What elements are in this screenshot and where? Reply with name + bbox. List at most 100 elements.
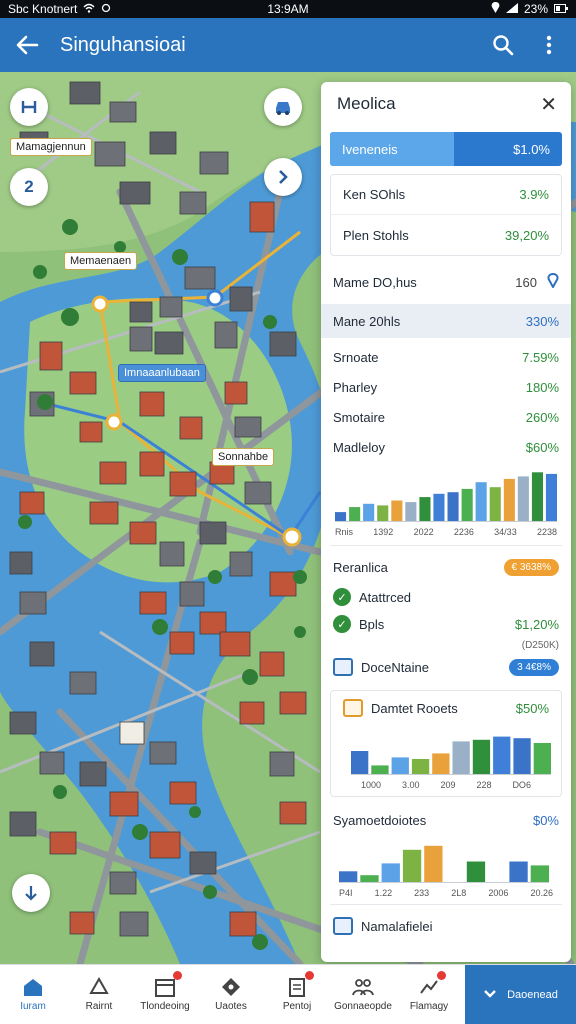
section-title: Reranlica <box>333 559 388 575</box>
row-subvalue: (D250K) <box>521 639 559 651</box>
section-chart-bars <box>339 845 549 883</box>
wifi-icon <box>83 2 95 16</box>
nav-item-people[interactable]: Gonnaeopde <box>330 965 396 1024</box>
map-label-center[interactable]: Memaenaen <box>64 252 138 270</box>
nav-label: Pentoj <box>282 1001 312 1012</box>
chart-bar <box>466 861 486 883</box>
panel-footer[interactable]: Namalafielei <box>321 909 571 943</box>
tick-label: 2236 <box>453 527 474 537</box>
nav-item-chart[interactable]: Flamagy <box>396 965 462 1024</box>
divider <box>330 904 562 905</box>
nav-label: Flamagy <box>409 1001 449 1012</box>
chart-bar <box>405 502 417 522</box>
tick-label: P4I <box>339 888 353 898</box>
section-chart <box>321 837 571 888</box>
row-label: Ken SOhls <box>343 187 406 202</box>
nav-item-calendar[interactable]: Tlondeoing <box>132 965 198 1024</box>
chart-bar <box>447 492 459 522</box>
recycle-icon <box>88 977 110 997</box>
list-item[interactable]: DoceNtaine 3 4€8% <box>321 652 571 682</box>
list-item[interactable]: Smotaire 260% <box>321 402 571 432</box>
map-label-top-left[interactable]: Mamagjennun <box>10 138 92 156</box>
divider <box>330 545 562 546</box>
list-item[interactable]: Srnoate 7.59% <box>321 342 571 372</box>
nav-item-home[interactable]: Iuram <box>0 965 66 1024</box>
car-icon <box>273 98 293 116</box>
tick-label: DO6 <box>512 780 531 790</box>
status-badge: 3 4€8% <box>509 658 559 676</box>
row-value: 39,20% <box>504 227 549 243</box>
app-bar: Singuhansioai <box>0 18 576 72</box>
close-icon[interactable]: ✕ <box>540 92 557 117</box>
chevron-right-icon <box>277 169 289 185</box>
chart-bar <box>531 472 543 522</box>
nav-item-clipboard[interactable]: Pentoj <box>264 965 330 1024</box>
row-label: Srnoate <box>333 349 379 365</box>
map-label-blue-tag[interactable]: Imnaaanlubaan <box>118 364 206 382</box>
tick-label: 228 <box>476 780 492 790</box>
summary-card: Ken SOhls 3.9% Plen Stohls 39,20% <box>330 174 562 256</box>
nav-label: Iuram <box>20 1001 46 1012</box>
nav-label: Uaotes <box>215 1001 247 1012</box>
chart-bar <box>419 497 431 522</box>
row-label: Madleloy <box>333 439 386 455</box>
tick-label: 2022 <box>413 527 434 537</box>
tick-label: 34/33 <box>494 527 517 537</box>
card-chart-ticks: 1000 3.00 209 228 DO6 <box>331 780 561 790</box>
chart-bar <box>335 512 347 522</box>
bottom-navigation: Iuram Rairnt Tlondeoing Uaotes Pentoj Go… <box>0 964 576 1024</box>
more-vert-icon[interactable] <box>532 28 566 62</box>
tick-label: 20.26 <box>530 888 553 898</box>
location-pin-icon[interactable] <box>547 272 559 291</box>
signal-icon <box>505 2 518 16</box>
clipboard-icon <box>286 977 308 997</box>
nav-label: Gonnaeopde <box>334 1001 392 1012</box>
card-chart <box>331 725 561 780</box>
chart-bar <box>475 482 487 522</box>
chart-bar <box>533 743 551 775</box>
nav-item-rairnt[interactable]: Rairnt <box>66 965 132 1024</box>
search-icon[interactable] <box>486 28 520 62</box>
chart-bar <box>411 759 430 775</box>
list-item[interactable]: Mame DO,hus 160 <box>321 260 571 304</box>
list-item[interactable]: ✓ Atattrced <box>321 584 571 610</box>
card-header: Damtet Rooets $50% <box>331 691 561 725</box>
status-badge: € 3638% <box>503 558 559 576</box>
list-item[interactable]: Pharley 180% <box>321 372 571 402</box>
next-button[interactable] <box>264 158 302 196</box>
highlight-bar[interactable]: Iveneneis $1.0% <box>330 132 562 166</box>
map-label-bottom[interactable]: Sonnahbe <box>212 448 275 466</box>
row-label: Bpls <box>359 616 385 632</box>
back-arrow-icon[interactable] <box>10 28 44 62</box>
layers-button[interactable] <box>10 88 48 126</box>
report-icon <box>343 699 363 717</box>
download-cta-button[interactable]: Daoenead <box>465 965 576 1024</box>
download-button[interactable] <box>12 874 50 912</box>
zoom-level-button[interactable]: 2 <box>10 168 48 206</box>
list-item[interactable]: Ken SOhls 3.9% <box>331 175 561 215</box>
check-circle-icon: ✓ <box>333 588 351 606</box>
chart-bar <box>509 861 528 883</box>
list-item[interactable]: Plen Stohls 39,20% <box>331 215 561 255</box>
tick-label: 1000 <box>361 780 382 790</box>
tick-label: 209 <box>440 780 456 790</box>
chart-bar <box>472 739 491 775</box>
chart-card[interactable]: Damtet Rooets $50% 1000 3.00 209 228 DO6 <box>330 690 562 797</box>
row-value: 330% <box>525 313 559 329</box>
nav-item-tag[interactable]: Uaotes <box>198 965 264 1024</box>
chart-bar <box>545 473 557 522</box>
row-subvalue-wrap: (D250K) <box>321 638 571 652</box>
selected-list-item[interactable]: Mane 20hls 330% <box>321 304 571 338</box>
chart-bar <box>432 753 450 775</box>
traffic-button[interactable] <box>264 88 302 126</box>
highlight-value: $1.0% <box>513 141 550 157</box>
card-title: Damtet Rooets <box>371 700 458 716</box>
list-item[interactable]: Madleloy $60% <box>321 432 571 462</box>
home-icon <box>22 977 44 997</box>
chart-bar <box>503 478 515 522</box>
chart-bar <box>391 757 409 775</box>
status-bar: Sbc Knotnert 13:9AM 23% <box>0 0 576 18</box>
list-item[interactable]: ✓ Bpls $1,20% <box>321 610 571 638</box>
tick-label: 3.00 <box>401 780 420 790</box>
chart-section[interactable]: Syamoetdoiotes $0% P4I 1.22 233 2L8 2006… <box>321 803 571 904</box>
